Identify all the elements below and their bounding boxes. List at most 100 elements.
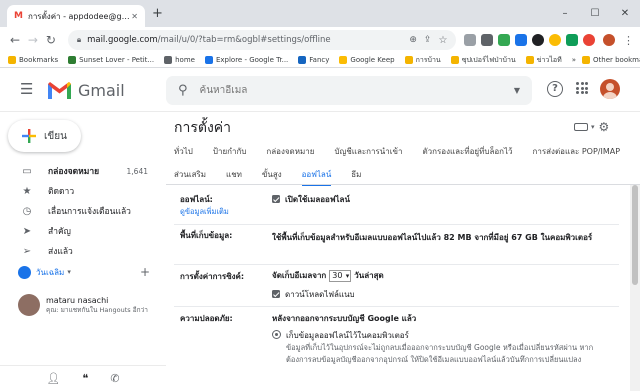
- keep-data-label: เก็บข้อมูลออฟไลน์ไว้ในคอมพิวเตอร์: [286, 331, 409, 340]
- overflow-chevron-icon[interactable]: »: [572, 56, 576, 64]
- tab-themes[interactable]: ธีม: [351, 168, 361, 181]
- bookmark-folder[interactable]: การบ้าน: [404, 55, 441, 66]
- window-controls: – ☐ ✕: [550, 0, 640, 27]
- gmail-logo[interactable]: Gmail: [47, 80, 125, 100]
- tab-filters[interactable]: ตัวกรองและที่อยู่ที่บล็อกไว้: [422, 145, 512, 158]
- folder-icon: [582, 56, 591, 64]
- other-bookmarks[interactable]: Other bookmarks: [582, 56, 640, 64]
- star-icon: ★: [22, 185, 32, 197]
- forward-arrow-icon[interactable]: →: [24, 33, 42, 47]
- zoom-icon[interactable]: ⊕: [409, 35, 417, 45]
- extension-icon[interactable]: [481, 34, 494, 46]
- contact-last-message: คุณ: มาแชทกันใน Hangouts อีกว่า: [46, 305, 148, 314]
- download-attachments-row: ดาวน์โหลดไฟล์แนบ: [272, 288, 602, 301]
- sync-days-select[interactable]: 30: [329, 269, 352, 282]
- bookmark-folder[interactable]: ข่าวไอที: [525, 55, 562, 66]
- setting-label: ออฟไลน์:: [180, 195, 213, 204]
- search-input[interactable]: [199, 85, 500, 96]
- bookmark-item[interactable]: home: [164, 56, 195, 64]
- bookmark-favicon-icon: [204, 56, 213, 64]
- bookmark-item[interactable]: Sunset Lover - Petit...: [68, 56, 154, 64]
- tab-advanced[interactable]: ขั้นสูง: [262, 168, 282, 181]
- chevron-down-icon[interactable]: ▾: [67, 268, 71, 276]
- enable-offline-checkbox[interactable]: [272, 195, 280, 203]
- browser-tab-strip: M การตั้งค่า - appdodee@gmail.com ✕ + – …: [0, 0, 640, 27]
- extension-icon[interactable]: [532, 34, 545, 46]
- setting-label: พื้นที่เก็บข้อมูล:: [180, 231, 233, 240]
- chat-contact[interactable]: mataru nasachi คุณ: มาแชทกันใน Hangouts …: [0, 290, 166, 320]
- bookmark-folder[interactable]: ซุปเปอร์ไฟป่าบ้าน: [450, 55, 516, 66]
- bookmark-star-icon[interactable]: ☆: [438, 35, 447, 46]
- contact-name: mataru nasachi: [46, 295, 109, 305]
- bookmark-item[interactable]: Google Keep: [339, 56, 395, 64]
- share-icon[interactable]: ⇪: [424, 35, 432, 45]
- close-tab-icon[interactable]: ✕: [131, 12, 138, 21]
- reload-icon[interactable]: ↻: [42, 33, 60, 47]
- download-attachments-checkbox[interactable]: [272, 290, 280, 298]
- add-chat-icon[interactable]: +: [140, 265, 150, 279]
- back-arrow-icon[interactable]: ←: [6, 33, 24, 47]
- sync-prefix: จัดเก็บอีเมลจาก: [272, 271, 327, 280]
- gear-icon[interactable]: ⚙: [599, 120, 610, 134]
- extension-icon[interactable]: [583, 34, 596, 46]
- maximize-button[interactable]: ☐: [580, 8, 610, 19]
- tab-chat[interactable]: แชท: [226, 168, 242, 181]
- scrollbar[interactable]: [630, 185, 640, 391]
- close-window-button[interactable]: ✕: [610, 8, 640, 19]
- tab-accounts[interactable]: บัญชีและการนำเข้า: [334, 145, 402, 158]
- sidebar-item-important[interactable]: ➤ สำคัญ: [0, 221, 160, 241]
- folder-icon: [525, 56, 534, 64]
- sidebar-item-sent[interactable]: ➢ ส่งแล้ว: [0, 241, 160, 261]
- browser-tab-title: การตั้งค่า - appdodee@gmail.com: [27, 11, 131, 21]
- label-important-icon: ➤: [22, 225, 32, 237]
- extension-icon[interactable]: [498, 34, 511, 46]
- apps-grid-icon[interactable]: [576, 82, 588, 94]
- tab-forwarding[interactable]: การส่งต่อและ POP/IMAP: [533, 145, 621, 158]
- unread-count: 1,641: [126, 166, 148, 176]
- browser-tab[interactable]: M การตั้งค่า - appdodee@gmail.com ✕: [7, 5, 145, 27]
- tab-general[interactable]: ทั่วไป: [174, 145, 193, 158]
- new-tab-button[interactable]: +: [152, 7, 163, 20]
- sidebar-item-starred[interactable]: ★ ติดดาว: [0, 181, 160, 201]
- setting-value: เปิดใช้เมลออฟไลน์: [272, 193, 602, 206]
- phone-icon[interactable]: ✆: [110, 372, 119, 385]
- hangouts-user[interactable]: วันเฉลิม ▾ +: [0, 262, 166, 282]
- tab-inbox[interactable]: กล่องจดหมาย: [266, 145, 314, 158]
- extension-icon[interactable]: [566, 34, 579, 46]
- download-attachments-label: ดาวน์โหลดไฟล์แนบ: [285, 290, 355, 299]
- bookmark-item[interactable]: Fancy: [298, 56, 329, 64]
- keyboard-icon[interactable]: [574, 123, 588, 131]
- hamburger-menu-icon[interactable]: ☰: [20, 82, 33, 97]
- extension-icon[interactable]: [549, 34, 562, 46]
- tab-offline[interactable]: ออฟไลน์: [301, 168, 331, 186]
- clock-icon: ◷: [22, 205, 32, 217]
- search-icon[interactable]: ⚲: [178, 83, 188, 98]
- minimize-button[interactable]: –: [550, 8, 580, 19]
- learn-more-link[interactable]: ดูข้อมูลเพิ่มเติม: [180, 206, 229, 218]
- bookmark-item[interactable]: Explore - Google Tr...: [204, 56, 288, 64]
- sidebar-item-inbox[interactable]: ▭ กล่องจดหมาย 1,641: [0, 161, 160, 181]
- address-bar[interactable]: 🔒︎ mail.google.com /mail/u/0/?tab=rm&ogb…: [67, 30, 457, 50]
- search-options-icon[interactable]: ▼: [514, 86, 520, 95]
- sidebar-item-snoozed[interactable]: ◷ เลื่อนการแจ้งเตือนแล้ว: [0, 201, 160, 221]
- scrollbar-thumb[interactable]: [632, 185, 638, 285]
- extension-icon[interactable]: [515, 34, 528, 46]
- profile-avatar-icon[interactable]: [603, 34, 615, 46]
- person-icon[interactable]: 👤︎: [46, 372, 60, 385]
- help-icon[interactable]: ?: [547, 81, 563, 97]
- tab-addons[interactable]: ส่วนเสริม: [174, 168, 206, 181]
- chevron-down-icon[interactable]: ▾: [591, 123, 595, 131]
- settings-tabs-row-2: ส่วนเสริม แชท ขั้นสูง ออฟไลน์ ธีม: [174, 168, 371, 186]
- keep-data-radio[interactable]: [272, 330, 281, 339]
- search-bar[interactable]: ⚲ ▼: [166, 76, 532, 105]
- bookmark-item[interactable]: Bookmarks: [8, 56, 58, 64]
- extension-icon[interactable]: [464, 34, 477, 46]
- hangouts-avatar: [18, 265, 31, 279]
- more-menu-icon[interactable]: ⋮: [623, 34, 634, 47]
- sidebar-item-label: เลื่อนการแจ้งเตือนแล้ว: [48, 207, 131, 217]
- account-avatar[interactable]: [600, 79, 620, 99]
- sync-settings: จัดเก็บอีเมลจาก30วันล่าสุด ดาวน์โหลดไฟล์…: [272, 269, 602, 301]
- hangouts-icon[interactable]: ❝: [82, 372, 88, 385]
- tab-labels[interactable]: ป้ายกำกับ: [213, 145, 247, 158]
- compose-button[interactable]: เขียน: [8, 120, 81, 152]
